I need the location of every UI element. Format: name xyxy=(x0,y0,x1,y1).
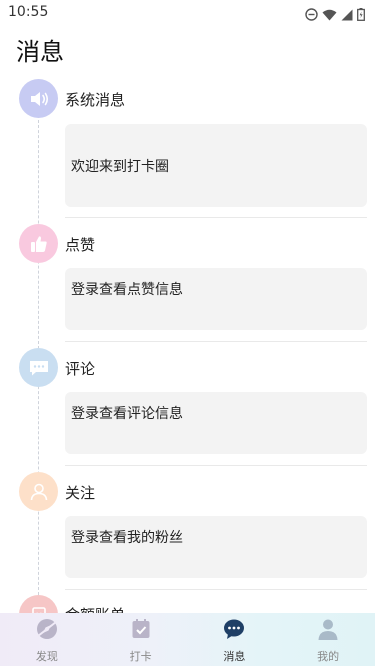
message-card[interactable]: 登录查看我的粉丝 xyxy=(65,516,367,578)
do-not-disturb-icon xyxy=(305,6,318,25)
message-card[interactable]: 登录查看评论信息 xyxy=(65,392,367,454)
nav-item-profile[interactable]: 我的 xyxy=(281,613,375,666)
message-icon xyxy=(222,617,246,641)
nav-item-checkin[interactable]: 打卡 xyxy=(94,613,188,666)
profile-icon xyxy=(316,617,340,641)
page-title: 消息 xyxy=(16,38,64,66)
nav-label: 消息 xyxy=(223,650,246,663)
card-text: 登录查看我的粉丝 xyxy=(71,530,183,546)
card-text: 登录查看点赞信息 xyxy=(71,282,183,298)
battery-icon xyxy=(357,6,365,25)
card-text: 登录查看评论信息 xyxy=(71,406,183,422)
nav-label: 我的 xyxy=(317,650,340,663)
nav-label: 发现 xyxy=(35,650,58,663)
nav-item-discover[interactable]: 发现 xyxy=(0,613,94,666)
divider xyxy=(65,589,367,590)
person-icon xyxy=(19,472,58,511)
card-text: 欢迎来到打卡圈 xyxy=(71,159,169,175)
message-card[interactable]: 登录查看点赞信息 xyxy=(65,268,367,330)
entry-title: 点赞 xyxy=(65,236,96,254)
message-card[interactable]: 欢迎来到打卡圈 xyxy=(65,124,367,207)
divider xyxy=(65,341,367,342)
signal-icon xyxy=(341,6,353,25)
wifi-icon xyxy=(322,6,337,25)
nav-item-messages[interactable]: 消息 xyxy=(188,613,282,666)
comment-icon xyxy=(19,348,58,387)
entry-title: 关注 xyxy=(65,484,96,502)
speaker-icon xyxy=(19,79,58,118)
status-icons xyxy=(305,6,365,25)
status-time: 10:55 xyxy=(8,4,49,20)
entry-title: 系统消息 xyxy=(65,91,126,109)
nav-label: 打卡 xyxy=(129,650,152,663)
divider xyxy=(65,217,367,218)
checkin-icon xyxy=(129,617,153,641)
discover-icon xyxy=(35,617,59,641)
divider xyxy=(65,465,367,466)
entry-title: 评论 xyxy=(65,360,96,378)
status-bar: 10:55 xyxy=(0,0,375,26)
thumbs-up-icon xyxy=(19,224,58,263)
bottom-nav: 发现 打卡 消息 我的 xyxy=(0,613,375,666)
